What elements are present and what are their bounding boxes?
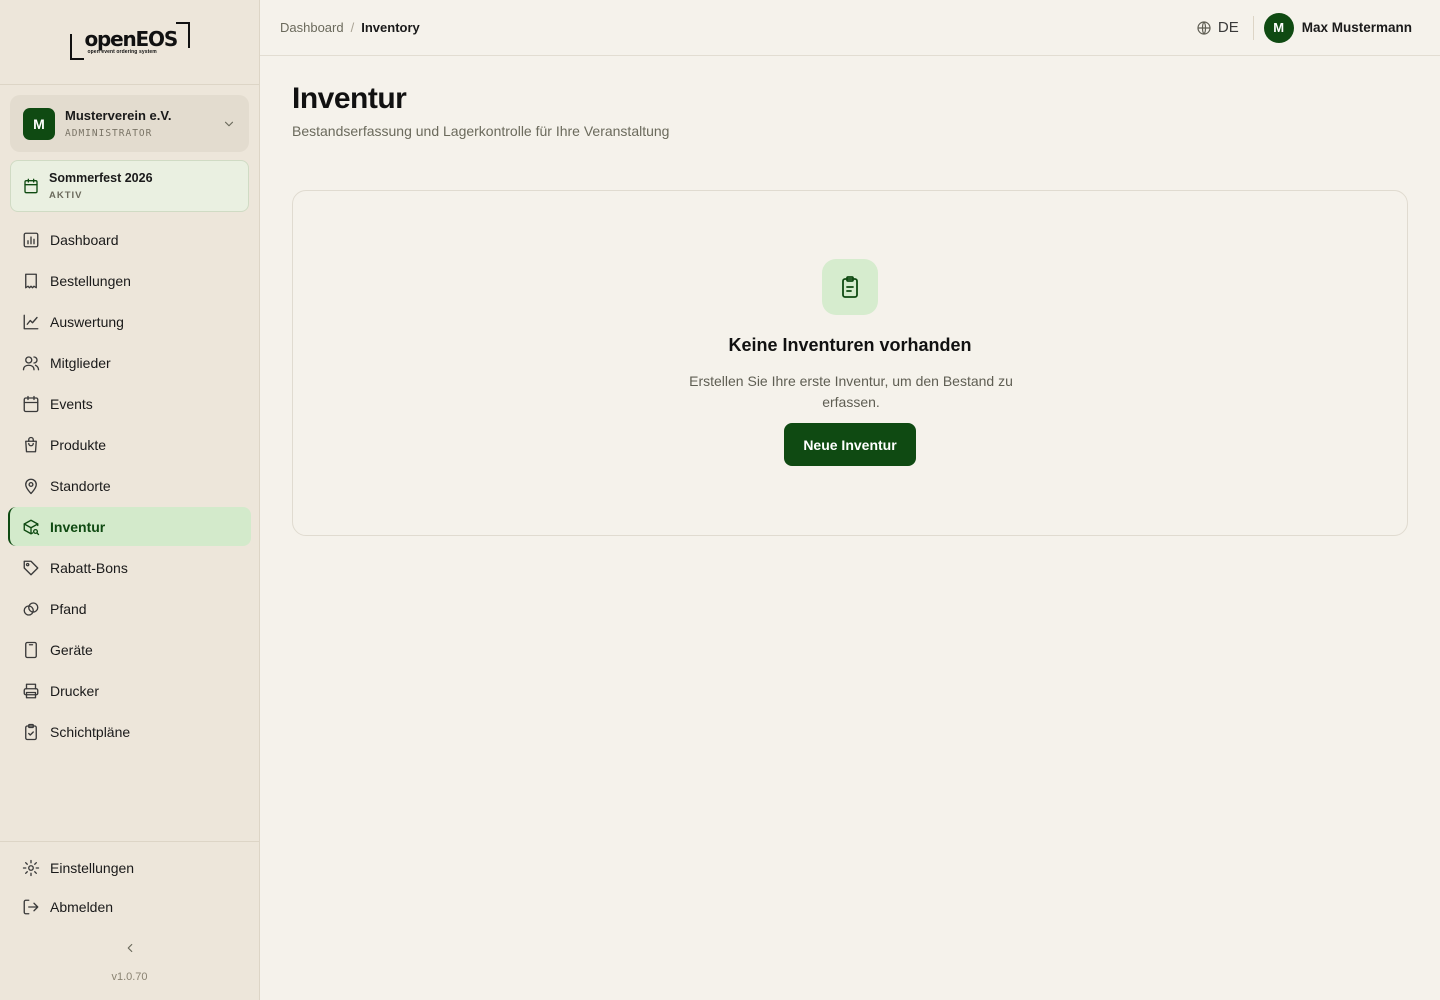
event-name: Sommerfest 2026 — [49, 171, 153, 185]
sidebar-item-rabatt-bons[interactable]: Rabatt-Bons — [8, 548, 251, 587]
empty-state-title: Keine Inventuren vorhanden — [728, 335, 972, 355]
calendar-icon — [24, 178, 38, 194]
sidebar-item-mitglieder[interactable]: Mitglieder — [8, 343, 251, 382]
globe-icon — [1197, 20, 1211, 35]
bar-chart-icon — [23, 232, 39, 247]
sidebar-item-label: Inventur — [50, 518, 106, 535]
empty-state-text: Erstellen Sie Ihre erste Inventur, um de… — [689, 373, 1013, 410]
user-name: Max Mustermann — [1301, 20, 1412, 35]
map-pin-icon — [25, 478, 37, 494]
empty-state-card: Keine Inventuren vorhanden Erstellen Sie… — [292, 190, 1408, 536]
logout-icon — [23, 899, 39, 915]
tag-icon — [23, 560, 39, 575]
sidebar-item-schichtplaene[interactable]: Schichtpläne — [8, 712, 251, 751]
sidebar-bottom-nav: Einstellungen Abmelden — [8, 849, 251, 927]
breadcrumb: Dashboard / Inventory — [280, 20, 420, 35]
sidebar-item-label: Abmelden — [50, 899, 114, 915]
sidebar: openEOS open event ordering system M Mus… — [0, 0, 260, 1000]
sidebar-item-label: Geräte — [50, 641, 93, 658]
organization-switcher[interactable]: M Musterverein e.V. ADMINISTRATOR — [10, 95, 249, 152]
openeos-logo[interactable]: openEOS open event ordering system — [69, 22, 190, 62]
event-status-badge: AKTIV — [49, 190, 83, 201]
sidebar-item-label: Schichtpläne — [50, 723, 131, 740]
logo-tagline: open event ordering system — [87, 49, 157, 55]
printer-icon — [23, 683, 39, 698]
language-switcher[interactable]: DE — [1196, 19, 1239, 36]
chevron-left-icon — [127, 943, 133, 953]
sidebar-divider — [0, 841, 259, 842]
sidebar-item-pfand[interactable]: Pfand — [8, 589, 251, 628]
header-actions: DE M Max Mustermann — [1196, 12, 1420, 43]
organization-info: Musterverein e.V. ADMINISTRATOR — [65, 108, 222, 139]
sidebar-item-bestellungen[interactable]: Bestellungen — [8, 261, 251, 300]
sidebar-item-label: Mitglieder — [50, 354, 111, 371]
sidebar-item-abmelden[interactable]: Abmelden — [8, 888, 251, 926]
sidebar-item-produkte[interactable]: Produkte — [8, 425, 251, 464]
top-bar: Dashboard / Inventory DE M Max Musterman… — [260, 0, 1440, 56]
sidebar-item-label: Einstellungen — [50, 860, 135, 876]
sidebar-item-label: Events — [50, 395, 93, 412]
header-divider — [1252, 15, 1254, 40]
language-code: DE — [1217, 19, 1239, 36]
sidebar-item-auswertung[interactable]: Auswertung — [8, 302, 251, 341]
event-info: Sommerfest 2026 AKTIV — [49, 171, 153, 201]
new-inventory-button[interactable]: Neue Inventur — [784, 423, 916, 466]
sidebar-item-drucker[interactable]: Drucker — [8, 671, 251, 710]
breadcrumb-root-link[interactable]: Dashboard — [280, 20, 344, 35]
organization-role: ADMINISTRATOR — [65, 128, 153, 139]
package-search-icon — [23, 519, 40, 535]
tablet-icon — [25, 641, 37, 658]
logo-bracket-left — [69, 34, 84, 60]
sidebar-item-label: Produkte — [50, 436, 107, 453]
user-menu[interactable]: M Max Mustermann — [1263, 12, 1420, 43]
clipboard-check-icon — [25, 723, 37, 740]
link-icon — [23, 601, 39, 616]
sidebar-item-label: Pfand — [50, 600, 87, 617]
app-version: v1.0.70 — [111, 971, 148, 983]
active-event-card[interactable]: Sommerfest 2026 AKTIV — [10, 160, 249, 212]
logo-bracket-right — [175, 22, 190, 48]
logo-word: openEOS — [84, 27, 179, 51]
sidebar-item-label: Auswertung — [50, 313, 124, 330]
logo-area: openEOS open event ordering system — [0, 0, 259, 85]
page-subtitle: Bestandserfassung und Lagerkontrolle für… — [292, 123, 670, 139]
empty-state-icon-tile — [822, 259, 878, 315]
sidebar-item-label: Dashboard — [50, 231, 119, 248]
line-chart-icon — [23, 314, 39, 329]
gear-icon — [22, 859, 40, 877]
sidebar-item-label: Drucker — [50, 682, 100, 699]
chevron-down-icon — [224, 121, 234, 126]
calendar-icon — [23, 395, 39, 412]
sidebar-item-label: Rabatt-Bons — [50, 559, 128, 576]
users-icon — [22, 355, 40, 370]
sidebar-item-inventur[interactable]: Inventur — [8, 507, 251, 546]
user-avatar: M — [1263, 12, 1294, 43]
breadcrumb-separator: / — [350, 20, 355, 35]
sidebar-item-dashboard[interactable]: Dashboard — [8, 220, 251, 259]
sidebar-item-geraete[interactable]: Geräte — [8, 630, 251, 669]
sidebar-item-label: Bestellungen — [50, 272, 131, 289]
receipt-icon — [25, 273, 37, 288]
sidebar-item-events[interactable]: Events — [8, 384, 251, 423]
sidebar-nav: Dashboard Bestellungen Auswertung Mitgli… — [8, 220, 251, 753]
breadcrumb-current: Inventory — [361, 20, 420, 35]
sidebar-item-einstellungen[interactable]: Einstellungen — [8, 849, 251, 887]
sidebar-item-standorte[interactable]: Standorte — [8, 466, 251, 505]
collapse-sidebar-button[interactable] — [120, 938, 140, 958]
sidebar-item-label: Standorte — [50, 477, 111, 494]
shopping-bag-icon — [25, 436, 37, 452]
organization-name: Musterverein e.V. — [65, 108, 172, 123]
clipboard-list-icon — [842, 276, 858, 298]
organization-avatar: M — [23, 107, 55, 140]
page-title: Inventur — [292, 82, 407, 115]
